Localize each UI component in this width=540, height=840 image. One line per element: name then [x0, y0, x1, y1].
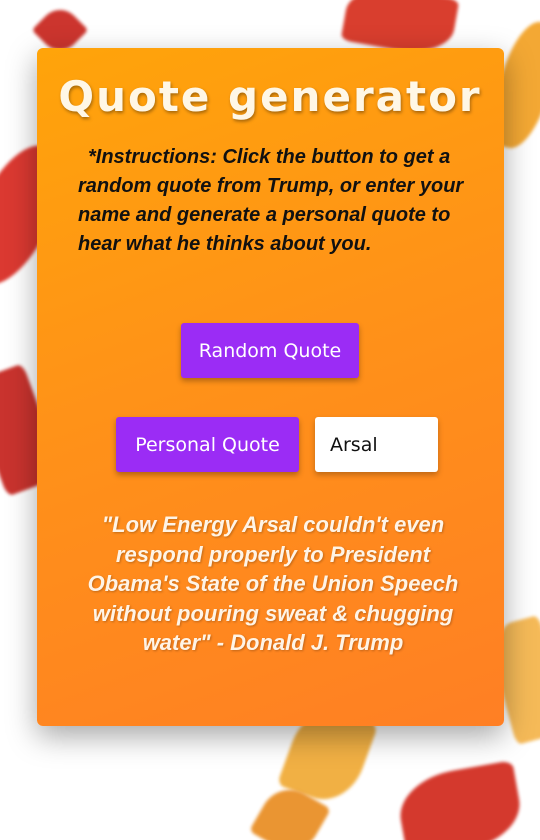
instructions-text: *Instructions: Click the button to get a… [78, 146, 464, 255]
quote-text: "Low Energy Arsal couldn't even respond … [87, 512, 459, 655]
name-input[interactable]: Arsal [315, 417, 438, 472]
page-title: Quote generator [58, 72, 482, 121]
red-leaf-decoration [393, 760, 527, 840]
personal-quote-button[interactable]: Personal Quote [116, 417, 299, 472]
random-quote-button[interactable]: Random Quote [181, 323, 359, 378]
